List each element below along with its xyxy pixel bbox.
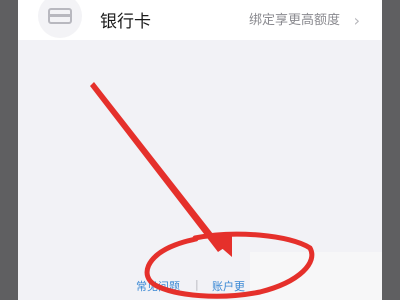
annotation-overlay xyxy=(90,82,315,299)
annotation-arrow-icon xyxy=(90,82,224,252)
